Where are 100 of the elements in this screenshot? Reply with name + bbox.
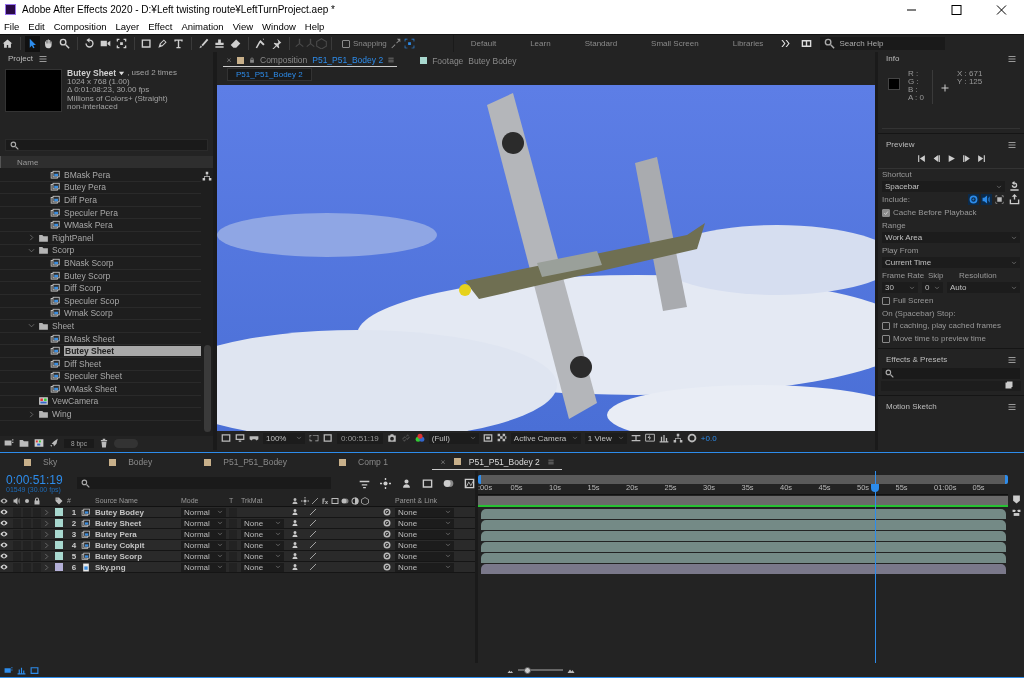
track-matte-dropdown[interactable]: None bbox=[241, 529, 284, 539]
menu-icon[interactable] bbox=[1008, 355, 1016, 364]
eye-icon[interactable] bbox=[0, 519, 8, 527]
layer-name[interactable]: Sky.png bbox=[95, 562, 181, 572]
timeline-tab[interactable]: Sky bbox=[16, 454, 66, 470]
workspace-tab[interactable]: Libraries bbox=[715, 34, 781, 53]
panel-tab[interactable]: Composition P51_P51_Bodey 2 bbox=[223, 54, 398, 67]
caret-icon[interactable] bbox=[118, 69, 126, 77]
close-icon[interactable] bbox=[439, 458, 446, 465]
pointer-icon[interactable] bbox=[27, 38, 38, 49]
rotate-icon[interactable] bbox=[84, 38, 95, 49]
project-item[interactable]: Butey Pera bbox=[0, 181, 201, 195]
checkbox[interactable] bbox=[882, 321, 890, 330]
project-item[interactable]: WMask Sheet bbox=[0, 383, 201, 396]
timeline-tab[interactable]: P51_P51_Bodey 2 bbox=[431, 454, 562, 470]
graph-editor-icon[interactable] bbox=[464, 477, 475, 489]
mode-dropdown[interactable]: Normal bbox=[181, 551, 226, 561]
parent-dropdown[interactable]: None bbox=[395, 551, 454, 561]
monitor-icon[interactable] bbox=[235, 433, 245, 443]
exposure-value[interactable]: +0.0 bbox=[700, 433, 717, 443]
project-item[interactable]: Speculer Scop bbox=[0, 294, 201, 308]
breadcrumb[interactable]: P51_P51_Bodey 2 bbox=[227, 67, 312, 81]
layer-name[interactable]: Butey Sheet bbox=[95, 518, 181, 528]
menu-item[interactable]: Layer bbox=[115, 21, 140, 32]
playhead[interactable] bbox=[870, 484, 879, 492]
label-color[interactable] bbox=[55, 519, 63, 527]
lock-icon[interactable] bbox=[249, 57, 255, 63]
menu-item[interactable]: Animation bbox=[181, 21, 224, 32]
close-icon[interactable] bbox=[226, 57, 232, 63]
brush-icon[interactable] bbox=[198, 38, 209, 49]
shy-icon[interactable] bbox=[401, 477, 412, 489]
shy-icon[interactable] bbox=[291, 508, 299, 516]
pick-whip-icon[interactable] bbox=[383, 552, 391, 560]
last-frame-icon[interactable] bbox=[976, 154, 986, 163]
mode-dropdown[interactable]: Normal bbox=[181, 529, 226, 539]
shy-icon[interactable] bbox=[291, 552, 299, 560]
loop-icon[interactable] bbox=[968, 194, 979, 205]
resolution-dropdown[interactable]: (Full) bbox=[428, 432, 479, 444]
checkbox[interactable] bbox=[882, 208, 890, 217]
menu-item[interactable]: Composition bbox=[53, 21, 107, 32]
menu-icon[interactable] bbox=[1008, 402, 1016, 411]
project-item[interactable]: Sheet bbox=[0, 320, 201, 333]
flowchart-icon[interactable] bbox=[202, 171, 212, 181]
pick-whip-icon[interactable] bbox=[383, 530, 391, 538]
mask-icon[interactable] bbox=[249, 433, 259, 443]
eye-icon[interactable] bbox=[0, 552, 8, 560]
play-from-dropdown[interactable]: Current Time bbox=[882, 257, 1020, 268]
menu-item[interactable]: Edit bbox=[28, 21, 45, 32]
pick-whip-icon[interactable] bbox=[383, 508, 391, 516]
pick-whip-icon[interactable] bbox=[383, 541, 391, 549]
project-item[interactable]: Scorp bbox=[0, 244, 201, 258]
menu-item[interactable]: Window bbox=[262, 21, 296, 32]
menu-icon[interactable] bbox=[38, 54, 47, 63]
timeline-tab[interactable]: Bodey bbox=[101, 454, 161, 470]
parent-dropdown[interactable]: None bbox=[395, 540, 454, 550]
slider-thumb[interactable] bbox=[523, 666, 531, 674]
region-icon[interactable] bbox=[221, 433, 231, 443]
home-icon[interactable] bbox=[2, 38, 13, 49]
current-time[interactable]: 0:00:51:19 bbox=[6, 473, 63, 486]
label-color[interactable] bbox=[55, 552, 63, 560]
mode-dropdown[interactable]: Normal bbox=[181, 507, 226, 517]
project-item[interactable]: WMask Pera bbox=[0, 219, 201, 232]
stamp-icon[interactable] bbox=[214, 38, 225, 49]
overlay-icon[interactable] bbox=[994, 194, 1005, 205]
timecode-button[interactable]: 0:00:51:19 bbox=[337, 432, 383, 444]
layer-name[interactable]: Butey Cokpit bbox=[95, 540, 181, 550]
roto-brush-icon[interactable] bbox=[255, 38, 266, 49]
project-item[interactable]: VewCamera bbox=[0, 395, 201, 409]
track-matte-dropdown[interactable]: None bbox=[241, 551, 284, 561]
project-item[interactable]: BNask Scorp bbox=[0, 257, 201, 270]
resolution-dropdown[interactable]: Auto bbox=[947, 282, 1020, 293]
panel-title[interactable]: Project bbox=[8, 54, 33, 63]
project-item[interactable]: RightPanel bbox=[0, 231, 201, 245]
eraser-icon[interactable] bbox=[230, 38, 241, 49]
shy-icon[interactable] bbox=[291, 563, 299, 571]
mode-dropdown[interactable]: Normal bbox=[181, 562, 226, 572]
zoom-icon[interactable] bbox=[59, 38, 70, 49]
pen-icon[interactable] bbox=[157, 38, 168, 49]
motion-blur-icon[interactable] bbox=[443, 477, 454, 489]
project-item[interactable]: Speculer Pera bbox=[0, 206, 201, 220]
eye-icon[interactable] bbox=[0, 508, 8, 516]
project-item[interactable]: Butey Scorp bbox=[0, 269, 201, 283]
label-color[interactable] bbox=[55, 541, 63, 549]
workspace-tab[interactable]: Default bbox=[453, 34, 514, 53]
eye-icon[interactable] bbox=[0, 563, 8, 571]
layer-name[interactable]: Butey Pera bbox=[95, 529, 181, 539]
type-tool-icon[interactable] bbox=[173, 38, 184, 49]
project-item[interactable]: Diff Scorp bbox=[0, 282, 201, 295]
menu-item[interactable]: Help bbox=[304, 21, 325, 32]
menu-icon[interactable] bbox=[1008, 140, 1016, 149]
trash-icon[interactable] bbox=[98, 438, 109, 448]
shy-icon[interactable] bbox=[291, 519, 299, 527]
menu-item[interactable]: Effect bbox=[148, 21, 173, 32]
rocket-icon[interactable] bbox=[49, 438, 59, 448]
shy-icon[interactable] bbox=[291, 530, 299, 538]
workspace-tab[interactable]: Standard bbox=[567, 34, 635, 53]
skip-dropdown[interactable]: 0 bbox=[922, 282, 943, 293]
folder-icon[interactable] bbox=[19, 438, 29, 448]
project-item[interactable]: Speculer Sheet bbox=[0, 370, 201, 384]
layer-name[interactable]: Butey Scorp bbox=[95, 551, 181, 561]
